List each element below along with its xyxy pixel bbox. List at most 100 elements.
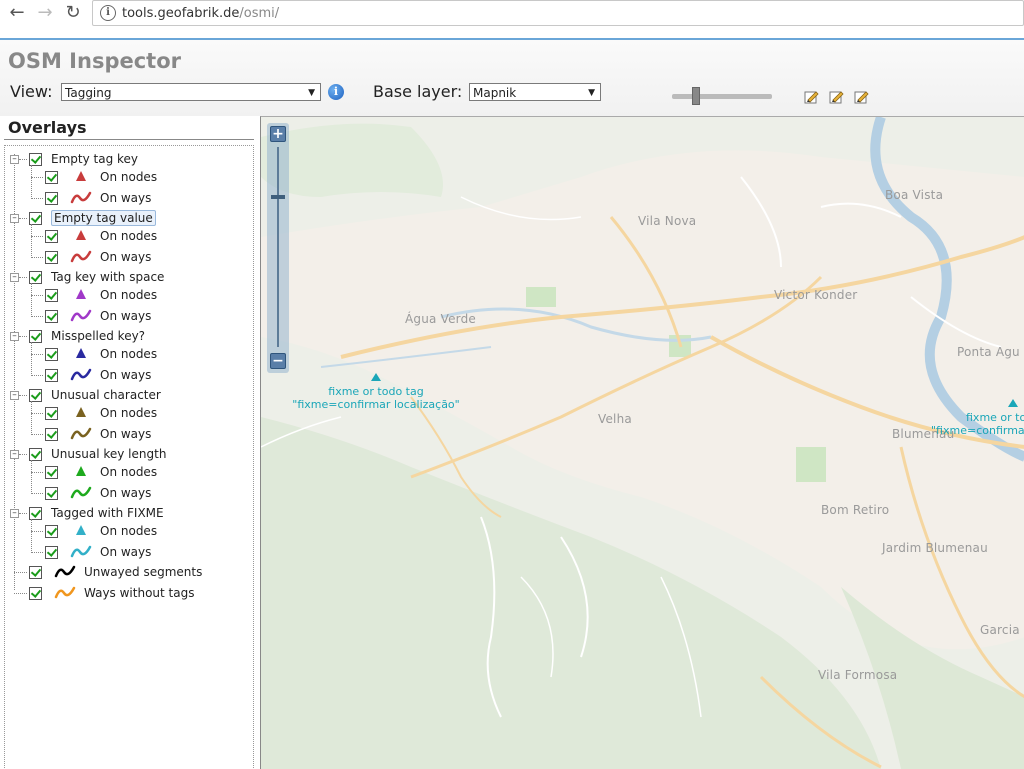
checkbox[interactable] xyxy=(45,229,58,243)
collapse-toggle[interactable]: – xyxy=(10,450,19,459)
checkbox[interactable] xyxy=(29,447,42,461)
overlay-group[interactable]: Tag key with space xyxy=(29,267,164,287)
overlay-item-nodes[interactable]: On nodes xyxy=(45,344,157,364)
overlay-item-label: On nodes xyxy=(100,288,158,302)
fixme-annotation-left: fixme or todo tag "fixme=confirmar local… xyxy=(292,385,460,411)
overlay-item-nodes[interactable]: On nodes xyxy=(45,462,157,482)
overlay-item-label: On nodes xyxy=(100,170,158,184)
map-label: Ponta Agu xyxy=(957,345,1020,359)
view-select-value: Tagging xyxy=(65,86,112,100)
reload-button[interactable]: ↻ xyxy=(62,1,84,23)
overlay-item-ways[interactable]: On ways xyxy=(45,306,151,326)
wave-way-icon xyxy=(58,484,92,503)
site-info-icon[interactable]: i xyxy=(100,5,116,21)
back-button[interactable]: ← xyxy=(6,1,28,23)
map-label: Jardim Blumenau xyxy=(882,541,988,555)
overlay-single[interactable]: Ways without tags xyxy=(29,583,194,603)
overlay-group[interactable]: Misspelled key? xyxy=(29,326,145,346)
overlay-item-nodes[interactable]: On nodes xyxy=(45,167,157,187)
zoom-slider-handle[interactable] xyxy=(271,195,285,199)
overlay-item-ways[interactable]: On ways xyxy=(45,365,151,385)
overlay-item-ways[interactable]: On ways xyxy=(45,483,151,503)
checkbox[interactable] xyxy=(45,545,58,559)
collapse-toggle[interactable]: – xyxy=(10,332,19,341)
overlay-item-ways[interactable]: On ways xyxy=(45,188,151,208)
checkbox[interactable] xyxy=(29,565,42,579)
checkbox[interactable] xyxy=(29,586,42,600)
overlay-item-nodes[interactable]: On nodes xyxy=(45,285,157,305)
overlay-item-ways[interactable]: On ways xyxy=(45,424,151,444)
checkbox[interactable] xyxy=(29,152,42,166)
collapse-toggle[interactable]: – xyxy=(10,214,19,223)
zoom-in-button[interactable]: + xyxy=(270,126,286,142)
checkbox[interactable] xyxy=(45,250,58,264)
checkbox[interactable] xyxy=(45,524,58,538)
checkbox[interactable] xyxy=(29,211,42,225)
overlay-group[interactable]: Unusual character xyxy=(29,385,161,405)
overlay-item-ways[interactable]: On ways xyxy=(45,247,151,267)
checkbox[interactable] xyxy=(45,309,58,323)
checkbox[interactable] xyxy=(45,465,58,479)
edit-id-icon[interactable] xyxy=(854,89,869,104)
base-layer-label: Base layer: xyxy=(373,82,463,101)
overlay-group-label: Tagged with FIXME xyxy=(51,506,164,520)
wave-way-icon xyxy=(42,563,76,582)
overlay-item-label: On nodes xyxy=(100,229,158,243)
triangle-node-icon xyxy=(58,168,92,187)
overlays-tree: – Empty tag key On nodes On ways – Empty… xyxy=(4,145,254,768)
zoom-track[interactable] xyxy=(277,147,279,347)
overlay-item-label: On ways xyxy=(100,250,152,264)
overlay-single[interactable]: Unwayed segments xyxy=(29,562,202,582)
checkbox[interactable] xyxy=(45,368,58,382)
edit-potlatch-icon[interactable] xyxy=(829,89,844,104)
map-label: Água Verde xyxy=(405,312,476,326)
checkbox[interactable] xyxy=(29,270,42,284)
overlay-item-ways[interactable]: On ways xyxy=(45,542,151,562)
map-label: Velha xyxy=(598,412,632,426)
wave-way-icon xyxy=(58,425,92,444)
overlay-item-label: On nodes xyxy=(100,406,158,420)
checkbox[interactable] xyxy=(29,388,42,402)
overlay-group[interactable]: Empty tag key xyxy=(29,149,138,169)
checkbox[interactable] xyxy=(29,506,42,520)
checkbox[interactable] xyxy=(45,347,58,361)
checkbox[interactable] xyxy=(45,427,58,441)
collapse-toggle[interactable]: – xyxy=(10,155,19,164)
collapse-toggle[interactable]: – xyxy=(10,273,19,282)
base-layer-select[interactable]: Mapnik ▼ xyxy=(469,83,601,101)
overlay-item-nodes[interactable]: On nodes xyxy=(45,521,157,541)
checkbox[interactable] xyxy=(45,170,58,184)
checkbox[interactable] xyxy=(45,191,58,205)
checkbox[interactable] xyxy=(45,406,58,420)
checkbox[interactable] xyxy=(29,329,42,343)
collapse-toggle[interactable]: – xyxy=(10,509,19,518)
forward-button[interactable]: → xyxy=(34,1,56,23)
overlay-item-nodes[interactable]: On nodes xyxy=(45,226,157,246)
collapse-toggle[interactable]: – xyxy=(10,391,19,400)
zoom-out-button[interactable]: − xyxy=(270,353,286,369)
map-view[interactable]: Vila Nova Victor Konder Água Verde Boa V… xyxy=(260,116,1024,769)
overlay-item-label: On ways xyxy=(100,427,152,441)
opacity-slider-track[interactable] xyxy=(672,94,772,99)
checkbox[interactable] xyxy=(45,486,58,500)
fixme-annotation-right: fixme or to "fixme=confirma xyxy=(931,411,1024,437)
overlay-item-nodes[interactable]: On nodes xyxy=(45,403,157,423)
address-bar[interactable]: i tools.geofabrik.de/osmi/ xyxy=(92,0,1024,26)
chevron-down-icon: ▼ xyxy=(308,88,315,98)
overlay-group[interactable]: Empty tag value xyxy=(29,208,156,228)
map-label: Garcia xyxy=(980,623,1020,637)
checkbox[interactable] xyxy=(45,288,58,302)
triangle-node-icon xyxy=(58,404,92,423)
overlay-item-label: Ways without tags xyxy=(84,586,195,600)
edit-josm-icon[interactable] xyxy=(804,89,819,104)
view-info-icon[interactable]: i xyxy=(328,84,344,100)
triangle-node-icon xyxy=(58,286,92,305)
overlay-group[interactable]: Unusual key length xyxy=(29,444,166,464)
wave-way-icon xyxy=(58,543,92,562)
opacity-slider-handle[interactable] xyxy=(692,87,700,105)
map-label: Vila Formosa xyxy=(818,668,898,682)
view-select[interactable]: Tagging ▼ xyxy=(61,83,321,101)
wave-way-icon xyxy=(58,366,92,385)
overlay-group[interactable]: Tagged with FIXME xyxy=(29,503,164,523)
zoom-bar: + − xyxy=(267,123,289,373)
